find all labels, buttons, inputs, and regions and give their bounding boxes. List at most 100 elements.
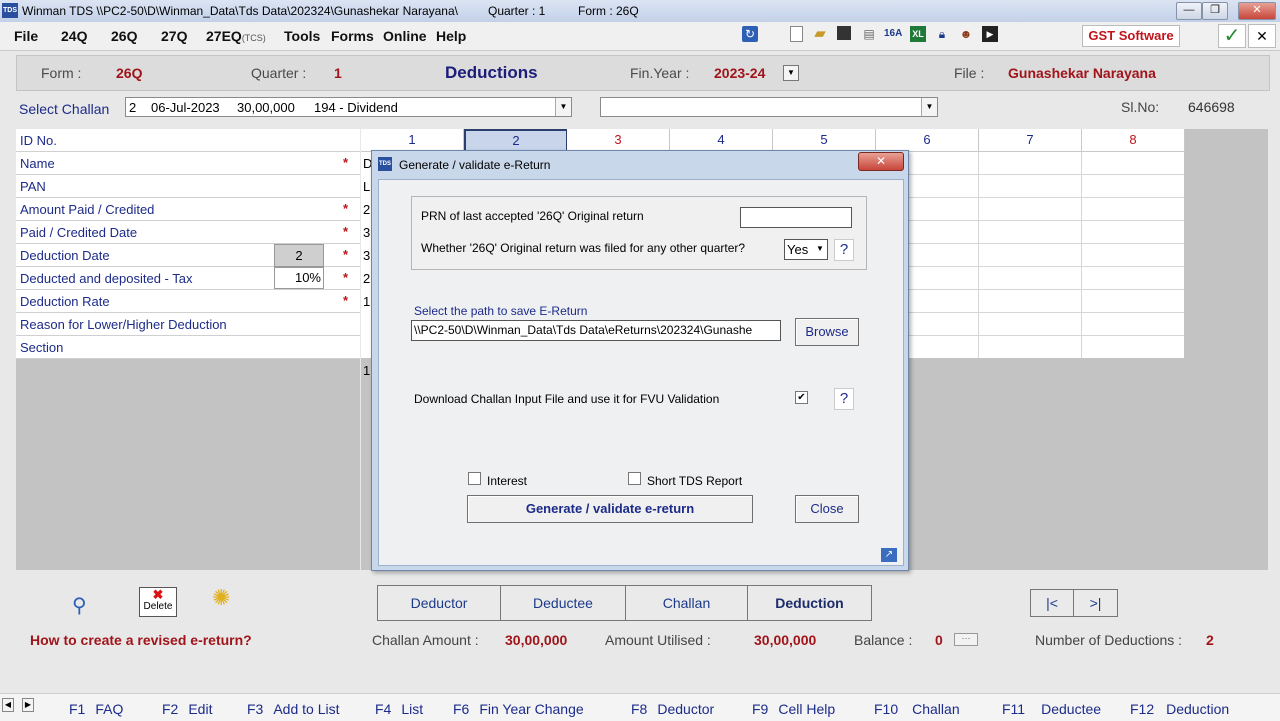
revised-return-help-link[interactable]: How to create a revised e-return?	[30, 632, 252, 648]
minimize-button[interactable]: —	[1176, 2, 1202, 20]
resize-icon[interactable]: ↗	[881, 548, 897, 562]
gst-software-button[interactable]: GST Software	[1082, 25, 1180, 47]
row-label: Deduction Rate	[20, 294, 110, 309]
path-label: Select the path to save E-Return	[414, 304, 588, 318]
tab-deductee[interactable]: Deductee	[500, 585, 626, 621]
column-header[interactable]: 7	[979, 129, 1082, 152]
balance-details-button[interactable]: ···	[954, 633, 978, 646]
check-icon[interactable]: ✓	[1218, 24, 1246, 48]
column-header[interactable]: 5	[773, 129, 876, 152]
print-icon[interactable]: ▤	[861, 26, 877, 42]
save-icon[interactable]	[837, 26, 851, 40]
open-folder-icon[interactable]: ▰	[812, 26, 828, 42]
cell-fragment: 2	[363, 202, 371, 217]
form-value: 26Q	[116, 65, 143, 81]
menu-24q[interactable]: 24Q	[61, 28, 87, 44]
user-icon[interactable]: ☻	[958, 26, 974, 42]
close-child-icon[interactable]: ✕	[1248, 24, 1276, 48]
secondary-dropdown[interactable]: ▼	[600, 97, 938, 117]
column-header-selected[interactable]: 2	[464, 129, 568, 152]
menu-online-label: Online	[383, 28, 427, 44]
finyear-dropdown-icon[interactable]: ▼	[783, 65, 799, 81]
row-label: Section	[20, 340, 64, 355]
prn-input[interactable]	[740, 207, 852, 228]
chevron-down-icon[interactable]: ▼	[921, 98, 937, 116]
fkey-f3[interactable]: F3 Add to List	[247, 701, 340, 717]
window-close-button[interactable]: ✕	[1238, 2, 1276, 20]
tab-deductor[interactable]: Deductor	[377, 585, 501, 621]
video-icon[interactable]: ▶	[982, 26, 998, 42]
column-header[interactable]: 6	[876, 129, 979, 152]
finyear-value: 2023-24	[714, 65, 766, 81]
fkey-f1[interactable]: F1 FAQ	[69, 701, 123, 717]
row-label: ID No.	[20, 133, 57, 148]
form-label: Form :	[41, 65, 82, 81]
fkey-f4[interactable]: F4 List	[375, 701, 423, 717]
column-header[interactable]: 3	[567, 129, 670, 152]
column-header[interactable]: 4	[670, 129, 773, 152]
grid-cells-area[interactable]	[909, 152, 1184, 358]
excel-icon[interactable]: XL	[910, 26, 926, 42]
menu-forms-label: Forms	[331, 28, 374, 44]
tab-deduction[interactable]: Deduction	[747, 585, 872, 621]
grid-row: Amount Paid / Credited *	[16, 198, 360, 221]
menu-tools[interactable]: Tools	[284, 28, 320, 44]
balance-label: Balance :	[854, 632, 913, 648]
menu-26q[interactable]: 26Q	[111, 28, 137, 44]
restore-button[interactable]: ❐	[1202, 2, 1228, 20]
menu-27q[interactable]: 27Q	[161, 28, 187, 44]
required-mark: *	[343, 270, 349, 285]
other-quarter-select[interactable]: Yes ▼	[784, 239, 828, 260]
fkey-f11[interactable]: F11 Deductee	[1002, 701, 1101, 717]
challan-dropdown[interactable]: 2 06-Jul-2023 30,00,000 194 - Dividend ▼	[125, 97, 572, 117]
tax-rate-input[interactable]: 10%	[274, 267, 324, 289]
first-record-button[interactable]: |<	[1030, 589, 1074, 617]
close-button[interactable]: Close	[795, 495, 859, 523]
other-quarter-label: Whether '26Q' Original return was filed …	[421, 241, 746, 255]
fkey-key: F10	[874, 701, 899, 717]
help-icon[interactable]: ?	[834, 388, 854, 410]
path-input[interactable]: \\PC2-50\D\Winman_Data\Tds Data\eReturns…	[411, 320, 781, 341]
generate-ereturn-button[interactable]: Generate / validate e-return	[467, 495, 753, 523]
delete-label: Delete	[143, 601, 173, 612]
download-challan-label: Download Challan Input File and use it f…	[414, 392, 720, 406]
menu-26q-label: 26Q	[111, 28, 138, 44]
lock-icon[interactable]: 🔒︎	[934, 26, 950, 42]
grid-row: Paid / Credited Date *	[16, 221, 360, 244]
scroll-right-icon[interactable]: ▶	[22, 698, 34, 712]
fkey-key: F1	[69, 701, 86, 717]
chevron-down-icon[interactable]: ▼	[555, 98, 571, 116]
last-record-button[interactable]: >|	[1073, 589, 1118, 617]
form-16a-icon[interactable]: 16A	[884, 26, 902, 42]
column-header[interactable]: 1	[361, 129, 464, 152]
amount-utilised-value: 30,00,000	[754, 632, 817, 648]
fkey-f6[interactable]: F6 Fin Year Change	[453, 701, 584, 717]
fkey-f8[interactable]: F8 Deductor	[631, 701, 714, 717]
short-tds-checkbox[interactable]	[628, 472, 641, 485]
browse-button[interactable]: Browse	[795, 318, 859, 346]
scroll-left-icon[interactable]: ◀	[2, 698, 14, 712]
fkey-key: F2	[162, 701, 179, 717]
deduction-date-box[interactable]: 2	[274, 244, 324, 267]
help-icon[interactable]: ?	[834, 239, 854, 261]
menu-27q-label: 27Q	[161, 28, 188, 44]
fkey-f2[interactable]: F2 Edit	[162, 701, 212, 717]
interest-checkbox[interactable]	[468, 472, 481, 485]
menu-forms[interactable]: Forms	[331, 28, 374, 44]
lightbulb-icon[interactable]: ✺	[212, 585, 230, 611]
refresh-icon[interactable]: ↻	[742, 26, 758, 42]
new-file-icon[interactable]	[790, 26, 803, 42]
menu-27eq[interactable]: 27EQ(TCS)	[206, 28, 266, 44]
menu-file[interactable]: File	[14, 28, 38, 44]
delete-button[interactable]: ✖ Delete	[139, 587, 177, 617]
fkey-f12[interactable]: F12 Deduction	[1130, 701, 1229, 717]
menu-help[interactable]: Help	[436, 28, 466, 44]
column-header[interactable]: 8	[1082, 129, 1185, 152]
search-icon[interactable]: ⚲	[72, 593, 87, 618]
fkey-f9[interactable]: F9 Cell Help	[752, 701, 835, 717]
tab-challan[interactable]: Challan	[625, 585, 748, 621]
menu-online[interactable]: Online	[383, 28, 427, 44]
fkey-f10[interactable]: F10 Challan	[874, 701, 960, 717]
dialog-close-icon[interactable]: ✕	[858, 152, 904, 171]
download-challan-checkbox[interactable]: ✔	[795, 391, 808, 404]
